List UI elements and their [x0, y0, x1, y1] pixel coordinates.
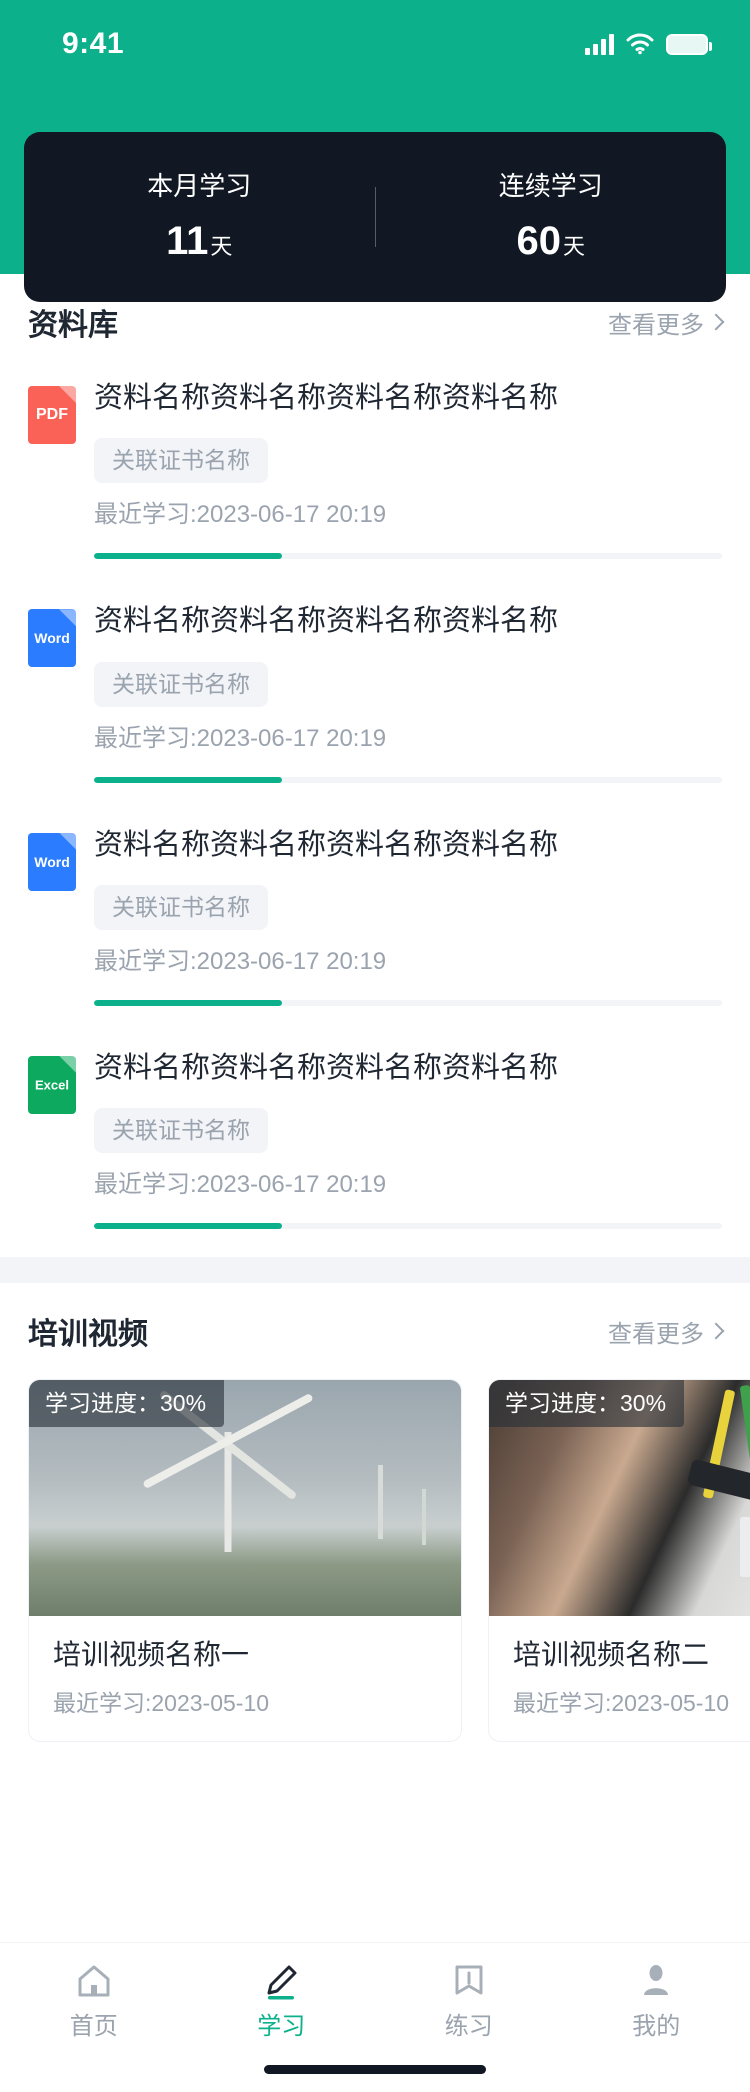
word-file-icon: Word — [28, 832, 76, 891]
person-icon — [634, 1959, 678, 2003]
list-item[interactable]: Excel 资料名称资料名称资料名称资料名称 关联证书名称 最近学习:2023-… — [28, 1040, 722, 1229]
stat-unit: 天 — [210, 234, 233, 259]
status-bar-time: 9:41 — [62, 27, 125, 60]
book-icon — [447, 1959, 491, 2003]
videos-carousel[interactable]: 学习进度：30% 培训视频名称一 最近学习:2023-05-10 学习进度：30… — [0, 1379, 750, 1742]
list-item[interactable]: PDF 资料名称资料名称资料名称资料名称 关联证书名称 最近学习:2023-06… — [28, 370, 722, 593]
file-type-label: Word — [34, 630, 70, 647]
list-item[interactable]: Word 资料名称资料名称资料名称资料名称 关联证书名称 最近学习:2023-0… — [28, 593, 722, 816]
video-progress-badge: 学习进度：30% — [29, 1380, 225, 1427]
app-header: 9:41 本月学习 11天 连续学习 60天 — [0, 0, 750, 302]
videos-more-label: 查看更多 — [608, 1320, 704, 1348]
video-meta: 培训视频名称二 最近学习:2023-05-10 — [489, 1616, 750, 1741]
signal-bars-icon — [585, 33, 614, 55]
battery-icon — [666, 33, 712, 55]
list-item[interactable]: Word 资料名称资料名称资料名称资料名称 关联证书名称 最近学习:2023-0… — [28, 817, 722, 1040]
stat-streak-study: 连续学习 60天 — [376, 173, 727, 261]
doc-title: 资料名称资料名称资料名称资料名称 — [94, 382, 559, 414]
status-bar-icons — [585, 33, 712, 55]
stat-value: 11天 — [24, 221, 375, 261]
tab-label: 首页 — [69, 2013, 118, 2040]
library-more-label: 查看更多 — [608, 311, 704, 339]
pdf-file-icon: PDF — [28, 386, 76, 444]
stat-label: 连续学习 — [498, 171, 603, 201]
tab-study[interactable]: 学习 — [188, 1959, 376, 2039]
doc-row: Word 资料名称资料名称资料名称资料名称 关联证书名称 最近学习:2023-0… — [28, 827, 722, 1006]
videos-title: 培训视频 — [28, 1318, 148, 1351]
library-title: 资料库 — [28, 309, 118, 342]
doc-progress-fill — [94, 999, 283, 1006]
doc-last-study-time: 最近学习:2023-06-17 20:19 — [94, 1171, 387, 1198]
tab-label: 学习 — [257, 2013, 306, 2040]
doc-last-study-time: 最近学习:2023-06-17 20:19 — [94, 724, 387, 752]
video-last-study-time: 最近学习:2023-05-10 — [513, 1689, 730, 1716]
main-content: 资料库 查看更多 PDF 资料名称资料名称资料名称资料名称 关联证书名称 最近学… — [0, 274, 750, 1942]
doc-body: 资料名称资料名称资料名称资料名称 关联证书名称 最近学习:2023-06-17 … — [94, 380, 722, 560]
certificate-badge: 关联证书名称 — [94, 661, 268, 707]
pencil-icon — [259, 1959, 303, 2003]
doc-progress-bar — [94, 1223, 722, 1229]
stat-month-study: 本月学习 11天 — [24, 173, 375, 261]
doc-title: 资料名称资料名称资料名称资料名称 — [94, 605, 559, 638]
video-card[interactable]: 学习进度：30% 培训视频名称二 最近学习:2023-05-10 — [488, 1379, 750, 1742]
doc-row: Excel 资料名称资料名称资料名称资料名称 关联证书名称 最近学习:2023-… — [28, 1050, 722, 1229]
stat-value: 60天 — [376, 221, 727, 261]
doc-last-study-time: 最近学习:2023-06-17 20:19 — [94, 501, 387, 529]
stat-number: 11 — [166, 219, 209, 263]
library-more-button[interactable]: 查看更多 — [608, 305, 725, 340]
app-screen: 9:41 本月学习 11天 连续学习 60天 资料库 查看更多 PDF 资料名称… — [0, 0, 750, 2092]
wifi-icon — [626, 33, 654, 55]
doc-body: 资料名称资料名称资料名称资料名称 关联证书名称 最近学习:2023-06-17 … — [94, 603, 722, 783]
file-type-label: PDF — [36, 406, 68, 423]
certificate-badge: 关联证书名称 — [94, 1108, 268, 1153]
doc-body: 资料名称资料名称资料名称资料名称 关联证书名称 最近学习:2023-06-17 … — [94, 827, 722, 1006]
video-last-study-time: 最近学习:2023-05-10 — [53, 1689, 270, 1716]
electrical-panel-photo: 学习进度：30% — [489, 1380, 750, 1616]
stat-label: 本月学习 — [147, 171, 252, 201]
videos-more-button[interactable]: 查看更多 — [608, 1314, 725, 1349]
library-list: PDF 资料名称资料名称资料名称资料名称 关联证书名称 最近学习:2023-06… — [0, 370, 750, 1229]
videos-section-header: 培训视频 查看更多 — [0, 1283, 750, 1379]
chevron-right-icon — [707, 1322, 725, 1340]
tab-home[interactable]: 首页 — [0, 1959, 188, 2039]
tab-label: 我的 — [632, 2013, 681, 2040]
file-type-label: Excel — [35, 1077, 69, 1093]
wind-turbines-photo: 学习进度：30% — [29, 1380, 461, 1616]
video-title: 培训视频名称一 — [53, 1639, 250, 1670]
video-progress-badge: 学习进度：30% — [489, 1380, 685, 1427]
doc-row: Word 资料名称资料名称资料名称资料名称 关联证书名称 最近学习:2023-0… — [28, 603, 722, 783]
doc-row: PDF 资料名称资料名称资料名称资料名称 关联证书名称 最近学习:2023-06… — [28, 380, 722, 560]
file-type-label: Word — [34, 853, 70, 870]
video-title: 培训视频名称二 — [513, 1639, 710, 1670]
doc-last-study-time: 最近学习:2023-06-17 20:19 — [94, 947, 387, 975]
section-divider — [0, 1257, 750, 1283]
video-meta: 培训视频名称一 最近学习:2023-05-10 — [29, 1616, 461, 1741]
stat-unit: 天 — [562, 234, 585, 259]
doc-progress-bar — [94, 999, 722, 1006]
tab-label: 练习 — [444, 2013, 493, 2040]
doc-title: 资料名称资料名称资料名称资料名称 — [94, 1051, 559, 1084]
excel-file-icon: Excel — [28, 1055, 76, 1114]
doc-progress-fill — [94, 776, 283, 783]
doc-progress-fill — [94, 553, 283, 560]
doc-progress-bar — [94, 553, 722, 560]
stat-number: 60 — [516, 219, 561, 263]
certificate-badge: 关联证书名称 — [94, 884, 268, 930]
home-indicator — [264, 2065, 486, 2074]
certificate-badge: 关联证书名称 — [94, 438, 268, 484]
home-icon — [72, 1959, 116, 2003]
chevron-right-icon — [707, 313, 725, 331]
doc-progress-bar — [94, 776, 722, 783]
video-card[interactable]: 学习进度：30% 培训视频名称一 最近学习:2023-05-10 — [28, 1379, 462, 1742]
study-stats-card: 本月学习 11天 连续学习 60天 — [24, 132, 726, 302]
doc-title: 资料名称资料名称资料名称资料名称 — [94, 828, 559, 861]
doc-progress-fill — [94, 1223, 283, 1229]
word-file-icon: Word — [28, 609, 76, 668]
status-bar: 9:41 — [0, 0, 750, 88]
tab-practice[interactable]: 练习 — [375, 1959, 563, 2039]
tab-profile[interactable]: 我的 — [563, 1959, 750, 2039]
doc-body: 资料名称资料名称资料名称资料名称 关联证书名称 最近学习:2023-06-17 … — [94, 1050, 722, 1229]
